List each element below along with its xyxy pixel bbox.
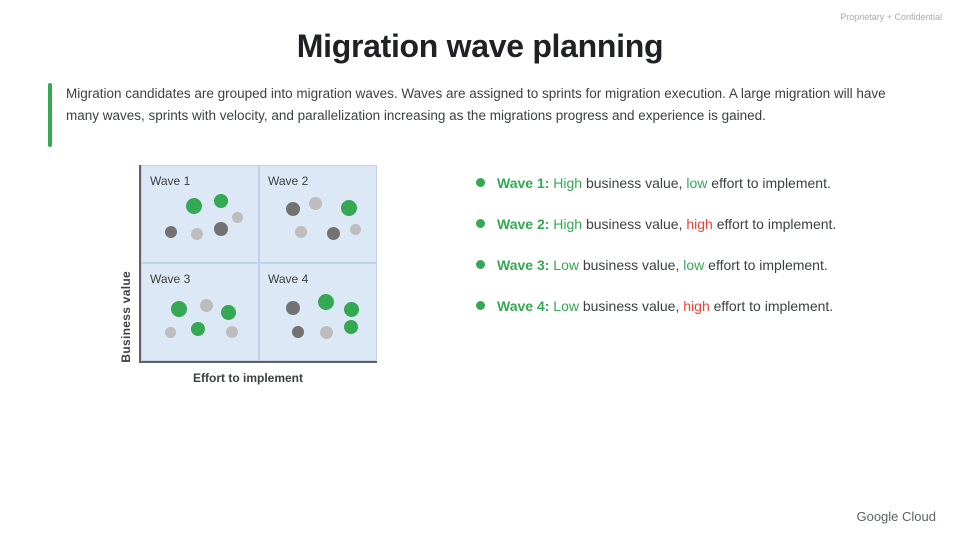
legend-text-2: Wave 3: Low business value, low effort t…	[497, 255, 828, 276]
wave-label-wave2: Wave 2	[268, 174, 308, 188]
dot-wave2-4	[327, 227, 340, 240]
dot-wave2-2	[341, 200, 357, 216]
legend-part-2-2: business value,	[579, 257, 683, 273]
legend-part-3-1: Low	[553, 298, 579, 314]
legend-part-3-2: business value,	[579, 298, 683, 314]
wave-box-wave2: Wave 2	[259, 165, 377, 263]
y-axis-label: Business value	[119, 271, 133, 363]
legend-item-2: Wave 3: Low business value, low effort t…	[476, 255, 930, 276]
dot-wave1-4	[214, 222, 228, 236]
dots-container-wave2	[260, 190, 376, 254]
legend-part-0-2: business value,	[582, 175, 686, 191]
legend-wave-name-2: Wave 3:	[497, 257, 549, 273]
legend-text-0: Wave 1: High business value, low effort …	[497, 173, 831, 194]
legend-part-1-3: high	[686, 216, 712, 232]
accent-bar	[48, 83, 52, 147]
dot-wave4-3	[292, 326, 304, 338]
dot-wave3-5	[226, 326, 238, 338]
legend-wave-name-0: Wave 1:	[497, 175, 549, 191]
dot-wave4-5	[344, 320, 358, 334]
legend-bullet-0	[476, 178, 485, 187]
diagram-grid: Wave 1 Wave 2 Wave 3 Wave 4	[139, 165, 377, 363]
wave-box-wave3: Wave 3	[141, 263, 259, 361]
dots-container-wave4	[260, 288, 376, 352]
legend-part-0-1: High	[553, 175, 582, 191]
grid-row: Wave 1 Wave 2	[141, 165, 377, 263]
dot-wave1-3	[191, 228, 203, 240]
page-title: Migration wave planning	[0, 0, 960, 65]
dots-container-wave3	[142, 288, 258, 352]
legend-item-3: Wave 4: Low business value, high effort …	[476, 296, 930, 317]
legend-text-3: Wave 4: Low business value, high effort …	[497, 296, 833, 317]
dot-wave3-0	[171, 301, 187, 317]
legend-part-3-4: effort to implement.	[710, 298, 833, 314]
dot-wave1-2	[165, 226, 177, 238]
x-axis-label: Effort to implement	[193, 371, 303, 385]
legend-part-0-4: effort to implement.	[707, 175, 830, 191]
legend-part-1-4: effort to implement.	[713, 216, 836, 232]
dot-wave2-5	[350, 224, 361, 235]
legend-text-1: Wave 2: High business value, high effort…	[497, 214, 836, 235]
dot-wave1-5	[232, 212, 243, 223]
proprietary-label: Proprietary + Confidential	[840, 12, 942, 22]
legend-wave-name-3: Wave 4:	[497, 298, 549, 314]
legend-area: Wave 1: High business value, low effort …	[448, 165, 930, 337]
legend-part-3-3: high	[683, 298, 709, 314]
legend-item-1: Wave 2: High business value, high effort…	[476, 214, 930, 235]
dot-wave1-0	[186, 198, 202, 214]
logo-cloud: Cloud	[902, 509, 936, 524]
wave-label-wave1: Wave 1	[150, 174, 190, 188]
legend-part-1-1: High	[553, 216, 582, 232]
dot-wave4-2	[344, 302, 359, 317]
dot-wave2-1	[309, 197, 322, 210]
legend-part-0-3: low	[686, 175, 707, 191]
legend-part-2-1: Low	[553, 257, 579, 273]
dot-wave4-0	[286, 301, 300, 315]
intro-text: Migration candidates are grouped into mi…	[66, 83, 912, 126]
dot-wave4-1	[318, 294, 334, 310]
legend-bullet-1	[476, 219, 485, 228]
legend-part-1-2: business value,	[582, 216, 686, 232]
legend-wave-name-1: Wave 2:	[497, 216, 549, 232]
wave-label-wave3: Wave 3	[150, 272, 190, 286]
dot-wave3-3	[165, 327, 176, 338]
dots-container-wave1	[142, 190, 258, 254]
dot-wave2-0	[286, 202, 300, 216]
google-cloud-logo: Google Cloud	[856, 509, 936, 524]
grid-row: Wave 3 Wave 4	[141, 263, 377, 361]
logo-google: Google	[856, 509, 898, 524]
main-content: Business value Wave 1Wave 2Wave 3Wave 4 …	[48, 165, 930, 385]
legend-item-0: Wave 1: High business value, low effort …	[476, 173, 930, 194]
wave-box-wave4: Wave 4	[259, 263, 377, 361]
dot-wave1-1	[214, 194, 228, 208]
wave-label-wave4: Wave 4	[268, 272, 308, 286]
legend-bullet-2	[476, 260, 485, 269]
legend-part-2-3: low	[683, 257, 704, 273]
intro-block: Migration candidates are grouped into mi…	[48, 83, 912, 147]
legend-bullet-3	[476, 301, 485, 310]
dot-wave4-4	[320, 326, 333, 339]
dot-wave3-2	[221, 305, 236, 320]
dot-wave3-4	[191, 322, 205, 336]
diagram-inner: Business value Wave 1 Wave 2 Wave 3 Wave 4	[119, 165, 377, 363]
diagram-area: Business value Wave 1Wave 2Wave 3Wave 4 …	[48, 165, 448, 385]
wave-box-wave1: Wave 1	[141, 165, 259, 263]
dot-wave2-3	[295, 226, 307, 238]
dot-wave3-1	[200, 299, 213, 312]
legend-part-2-4: effort to implement.	[704, 257, 827, 273]
